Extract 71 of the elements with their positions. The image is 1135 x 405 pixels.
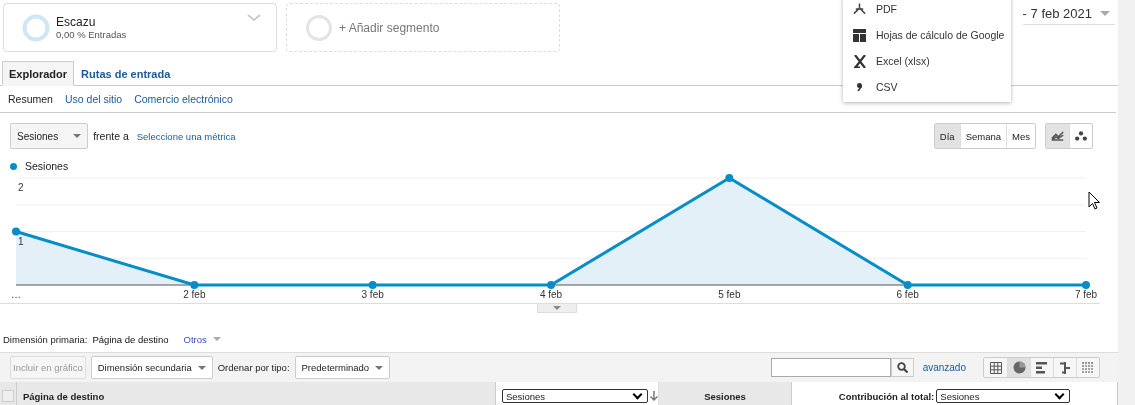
x-axis-label: 4 feb xyxy=(539,289,563,300)
metric-select[interactable]: Sesiones xyxy=(501,389,648,403)
column-header: Contribución al total: xyxy=(838,390,935,402)
export-menu-item[interactable]: PDF xyxy=(843,0,1011,22)
search-field[interactable] xyxy=(770,358,891,377)
empty-ring-icon xyxy=(305,13,333,42)
x-axis-label: 6 feb xyxy=(896,289,919,300)
grid-icon xyxy=(853,28,866,42)
x-axis-label: 7 feb xyxy=(1074,289,1098,300)
data-point xyxy=(190,281,199,289)
y-tick-label: 1 xyxy=(18,235,24,247)
sort-label: Ordenar por tipo: xyxy=(217,362,290,373)
subnav-link[interactable]: Uso del sitio xyxy=(64,92,123,106)
advanced-link[interactable]: avanzado xyxy=(922,362,966,373)
grid-icon xyxy=(989,361,1002,374)
sort-arrow-icon[interactable] xyxy=(650,391,658,401)
bars-icon xyxy=(1036,361,1048,374)
pdf-icon xyxy=(853,3,866,15)
secondary-dimension-dropdown[interactable]: Dimensión secundaria xyxy=(90,356,213,379)
collapse-handle[interactable] xyxy=(537,304,577,313)
tab[interactable]: Explorador xyxy=(2,61,75,86)
dots-icon xyxy=(1075,130,1087,142)
data-point xyxy=(368,281,377,289)
metric-dropdown[interactable]: Sesiones xyxy=(10,123,89,149)
other-dimensions-dropdown[interactable]: Otros xyxy=(183,333,221,345)
export-menu-item[interactable]: Hojas de cálculo de Google xyxy=(843,22,1011,48)
search-button[interactable] xyxy=(890,358,914,377)
pivot-table-icon xyxy=(1082,361,1094,374)
scrollbar[interactable] xyxy=(1118,0,1135,405)
sort-dropdown[interactable]: Predeterminado xyxy=(294,356,391,379)
x-axis-label: 2 feb xyxy=(183,289,206,300)
period-button[interactable]: Día xyxy=(934,124,960,148)
comma-icon xyxy=(857,83,862,91)
column-header[interactable]: Página de destino xyxy=(16,382,496,405)
segment-ring-icon xyxy=(22,13,50,42)
subnav-link[interactable]: Comercio electrónico xyxy=(134,92,233,106)
data-point xyxy=(903,281,912,289)
line-chart-icon xyxy=(1051,130,1064,142)
data-point xyxy=(725,174,734,182)
data-point xyxy=(12,227,20,236)
select-metric-link[interactable]: Seleccione una métrica xyxy=(136,130,236,142)
export-menu-item[interactable]: CSV xyxy=(843,74,1011,100)
add-segment-button[interactable]: + Añadir segmento xyxy=(286,3,560,52)
segment-name: Escazu xyxy=(56,15,97,29)
legend-label: Sesiones xyxy=(25,160,69,172)
tab[interactable]: Rutas de entrada xyxy=(74,61,178,86)
date-range-picker[interactable]: - 7 feb 2021 xyxy=(1022,6,1115,25)
export-menu-item[interactable]: Excel (xlsx) xyxy=(843,48,1011,74)
subnav-link[interactable]: Resumen xyxy=(8,92,53,106)
y-tick-label: 2 xyxy=(18,182,24,193)
pie-chart-icon xyxy=(1012,361,1026,374)
search-icon xyxy=(896,362,908,373)
period-button[interactable]: Semana xyxy=(959,124,1007,148)
primary-dimension-value: Página de destino xyxy=(92,333,169,345)
mouse-pointer-icon xyxy=(1088,191,1101,211)
line-chart-button[interactable] xyxy=(1046,124,1069,148)
select-all-checkbox[interactable] xyxy=(1,390,14,402)
x-axis-label: 3 feb xyxy=(361,289,384,300)
x-icon xyxy=(853,54,866,68)
period-button[interactable]: Mes xyxy=(1006,124,1035,148)
segment-card[interactable]: Escazu 0,00 % Entradas xyxy=(3,3,277,52)
data-point xyxy=(1082,281,1090,289)
comparison-icon xyxy=(1059,361,1071,374)
x-axis-label: … xyxy=(11,289,21,300)
pie-view-button[interactable] xyxy=(1007,358,1030,377)
contribution-metric-select[interactable]: Sesiones xyxy=(936,389,1071,403)
versus-label: frente a xyxy=(93,130,129,142)
x-axis-label: 5 feb xyxy=(718,289,741,300)
primary-dimension-label: Dimensión primaria: xyxy=(3,333,88,345)
segment-detail: 0,00 % Entradas xyxy=(56,29,127,40)
data-point xyxy=(547,281,555,289)
